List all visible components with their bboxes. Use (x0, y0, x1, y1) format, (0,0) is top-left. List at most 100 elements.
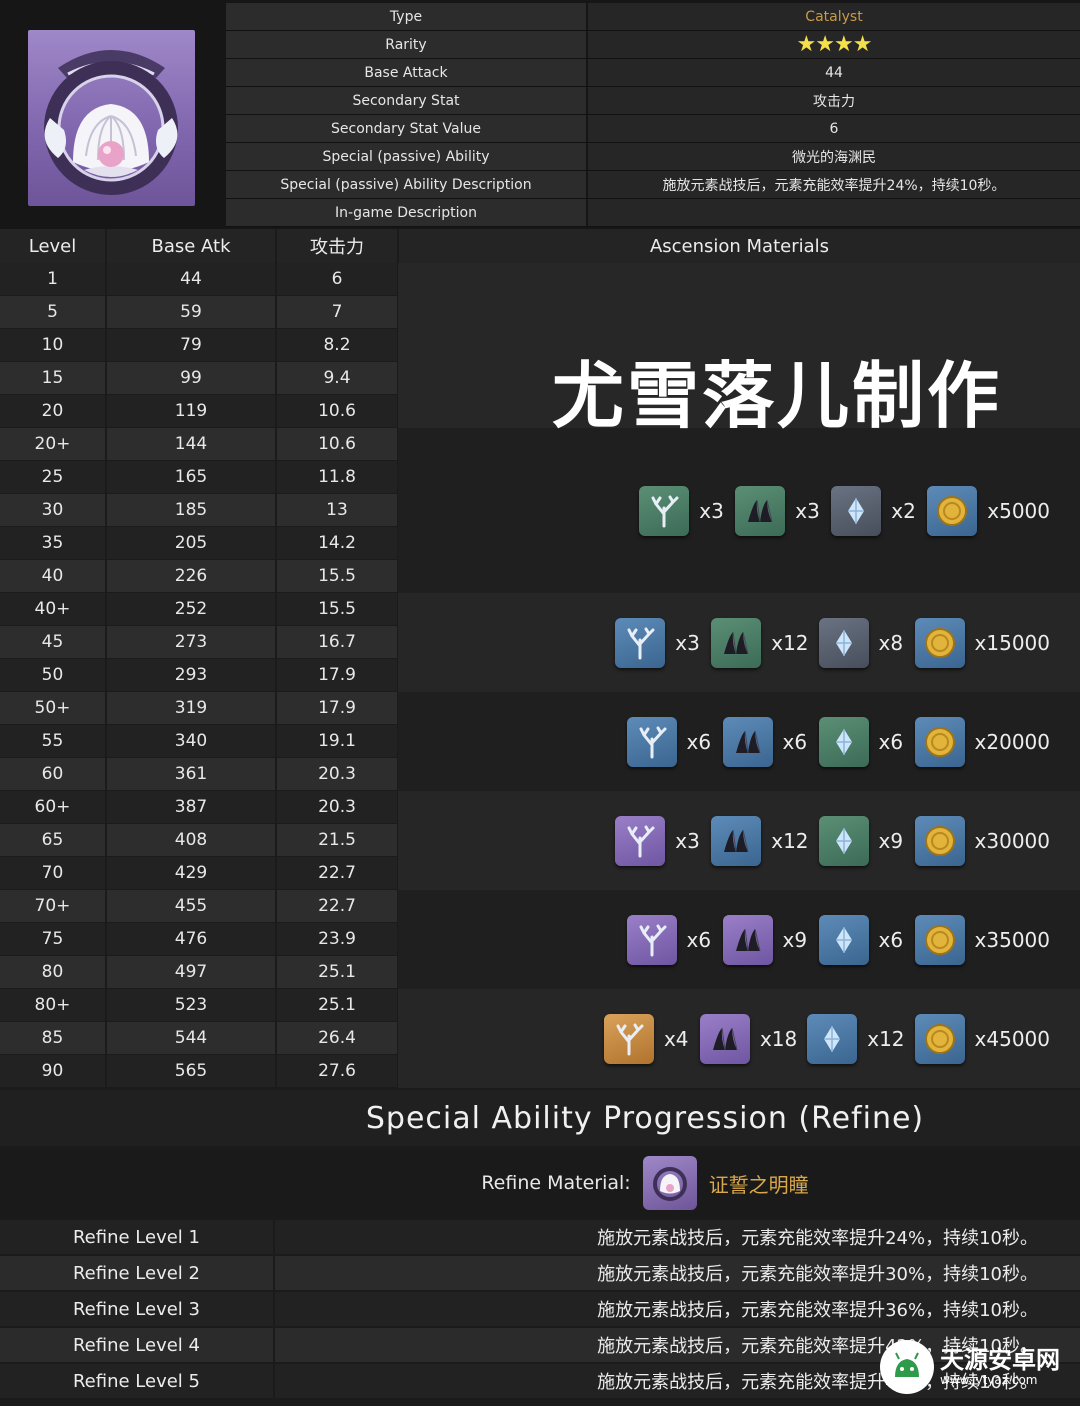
secondary-stat-cell: 6 (277, 263, 397, 295)
level-cell: 20+ (0, 428, 105, 460)
material-item: x30000 (914, 815, 1050, 866)
material-quantity: x6 (878, 729, 904, 754)
material-item: x6 (626, 716, 713, 767)
base-atk-cell: 79 (107, 329, 275, 361)
refine-level-label: Refine Level 2 (0, 1256, 273, 1290)
table-row: 90 565 27.6 (0, 1055, 398, 1088)
secondary-stat-cell: 23.9 (277, 923, 397, 955)
material-item: x45000 (914, 1013, 1050, 1064)
crystal-shard-icon (818, 815, 869, 866)
claw-fragment-icon (711, 617, 762, 668)
header-materials: Ascension Materials (399, 229, 1080, 263)
secondary-stat-cell: 21.5 (277, 824, 397, 856)
material-quantity: x5000 (987, 498, 1050, 523)
refine-material-label: Refine Material: (481, 1172, 631, 1194)
info-label: Rarity (226, 31, 588, 58)
level-cell: 15 (0, 362, 105, 394)
refine-material-name: 证誓之明瞳 (708, 1172, 809, 1197)
material-list: x3 x12 x8 x15000 (605, 593, 1050, 692)
weapon-info-table: Type Catalyst Rarity ★★★★ Base Attack 44 Secon… (226, 3, 1080, 227)
table-row: 60+ 387 20.3 (0, 791, 398, 824)
mora-coin-icon (927, 485, 978, 536)
base-atk-cell: 99 (107, 362, 275, 394)
level-cell: 50 (0, 659, 105, 691)
info-label: In-game Description (226, 199, 588, 226)
table-row: 45 273 16.7 (0, 626, 398, 659)
claw-fragment-icon (735, 485, 786, 536)
info-label: Secondary Stat Value (226, 115, 588, 142)
coral-branch-icon (615, 617, 666, 668)
secondary-stat-cell: 22.7 (277, 890, 397, 922)
material-list: x6 x9 x6 x35000 (617, 890, 1050, 989)
material-quantity: x6 (686, 729, 712, 754)
header-level: Level (0, 229, 105, 263)
info-label: Special (passive) Ability (226, 143, 588, 170)
refine-section-title: Special Ability Progression (Refine) (0, 1090, 1080, 1146)
table-row: 60 361 20.3 (0, 758, 398, 791)
info-label: Secondary Stat (226, 87, 588, 114)
info-label: Base Attack (226, 59, 588, 86)
base-atk-cell: 185 (107, 494, 275, 526)
level-cell: 55 (0, 725, 105, 757)
material-item: x12 (807, 1013, 905, 1064)
base-atk-cell: 565 (107, 1055, 275, 1087)
secondary-stat-cell: 15.5 (277, 560, 397, 592)
secondary-stat-cell: 25.1 (277, 989, 397, 1021)
material-item: x18 (699, 1013, 797, 1064)
table-row: 80 497 25.1 (0, 956, 398, 989)
table-row: 40 226 15.5 (0, 560, 398, 593)
refine-material-row: Refine Material: 证誓之明瞳 (0, 1148, 1080, 1218)
table-row: 80+ 523 25.1 (0, 989, 398, 1022)
crystal-shard-icon (818, 914, 869, 965)
level-cell: 5 (0, 296, 105, 328)
material-item: x12 (711, 617, 809, 668)
table-row: 5 59 7 (0, 296, 398, 329)
coral-branch-icon (615, 815, 666, 866)
base-atk-cell: 523 (107, 989, 275, 1021)
table-row: 25 165 11.8 (0, 461, 398, 494)
mora-coin-icon (914, 716, 965, 767)
material-quantity: x15000 (974, 630, 1050, 655)
material-quantity: x12 (867, 1026, 905, 1051)
site-logo: 天源安卓网 www.jytyaz.com (880, 1334, 1070, 1400)
info-value: ★★★★ (588, 31, 1080, 58)
refine-level-label: Refine Level 1 (0, 1220, 273, 1254)
table-row: 35 205 14.2 (0, 527, 398, 560)
mora-coin-icon (914, 617, 965, 668)
info-row: Rarity ★★★★ (226, 31, 1080, 59)
secondary-stat-cell: 13 (277, 494, 397, 526)
material-item: x6 (818, 914, 905, 965)
crystal-shard-icon (807, 1013, 858, 1064)
refine-level-label: Refine Level 5 (0, 1364, 273, 1398)
level-cell: 1 (0, 263, 105, 295)
ascension-material-group: x3 x12 x9 x30000 (398, 791, 1080, 890)
material-quantity: x3 (675, 630, 700, 655)
secondary-stat-cell: 8.2 (277, 329, 397, 361)
level-stats-table: Level Base Atk 攻击力 Ascension Materials 1… (0, 229, 1080, 1088)
table-row: 10 79 8.2 (0, 329, 398, 362)
material-item: x9 (818, 815, 905, 866)
table-row: 70 429 22.7 (0, 857, 398, 890)
ascension-material-group: x3 x12 x8 x15000 (398, 593, 1080, 692)
table-row: 70+ 455 22.7 (0, 890, 398, 923)
secondary-stat-cell: 26.4 (277, 1022, 397, 1054)
secondary-stat-cell: 10.6 (277, 428, 397, 460)
level-cell: 25 (0, 461, 105, 493)
info-row: In-game Description (226, 199, 1080, 227)
claw-fragment-icon (699, 1013, 750, 1064)
level-cell: 50+ (0, 692, 105, 724)
material-item: x5000 (927, 485, 1050, 536)
table-row: 55 340 19.1 (0, 725, 398, 758)
level-cell: 40+ (0, 593, 105, 625)
material-quantity: x6 (782, 729, 808, 754)
ascension-material-group: x3 x3 x2 x5000 (398, 428, 1080, 593)
header-base-atk: Base Atk (107, 229, 275, 263)
material-item: x6 (722, 716, 809, 767)
secondary-stat-cell: 11.8 (277, 461, 397, 493)
secondary-stat-cell: 19.1 (277, 725, 397, 757)
info-value: 微光的海渊民 (588, 143, 1080, 170)
table-row: 65 408 21.5 (0, 824, 398, 857)
secondary-stat-cell: 27.6 (277, 1055, 397, 1087)
info-value: 6 (588, 115, 1080, 142)
rarity-stars-icon: ★★★★ (796, 31, 873, 57)
